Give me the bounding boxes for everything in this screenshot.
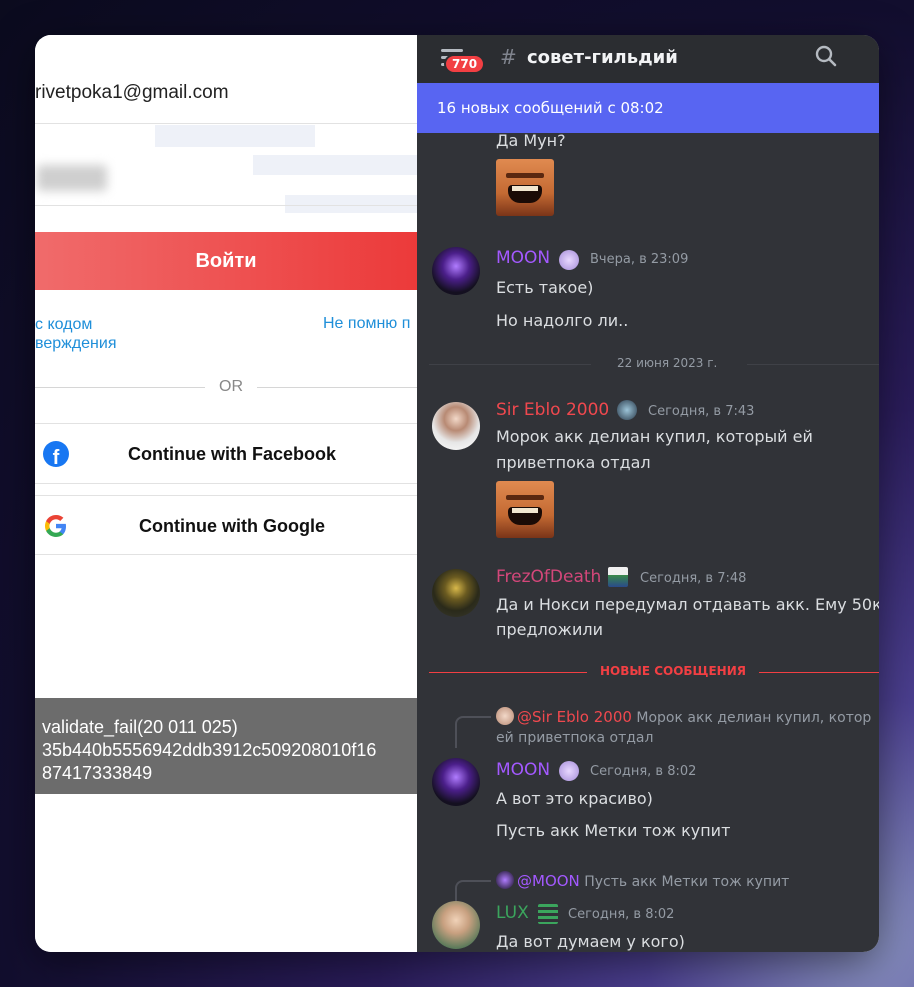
role-icon: [559, 250, 579, 270]
message-text: Морок акк делиан купил, который ей: [496, 427, 813, 446]
google-login-button[interactable]: Continue with Google: [35, 496, 417, 556]
login-with-code-link[interactable]: с кодом верждения: [35, 315, 117, 353]
email-underline: [35, 123, 417, 124]
toast-line3: 87417333849: [42, 763, 153, 783]
channel-name: совет-гильдий: [527, 47, 678, 68]
reply-connector: [455, 716, 491, 748]
reply-preview[interactable]: @Sir Eblo 2000 Морок акк делиан купил, к…: [496, 707, 871, 726]
message-text: предложили: [496, 620, 603, 639]
divider: [35, 554, 417, 555]
message-text: Да Мун?: [496, 131, 566, 150]
login-button[interactable]: Войти: [35, 232, 417, 290]
avatar[interactable]: [432, 901, 480, 949]
email-field[interactable]: rivetpoka1@gmail.com: [35, 82, 229, 104]
message-text: Но надолго ли..: [496, 311, 629, 330]
avatar[interactable]: [432, 247, 480, 295]
divider: [35, 483, 417, 484]
facebook-button-label: Continue with Facebook: [127, 443, 336, 464]
unread-badge: 770: [444, 54, 486, 74]
avatar[interactable]: [432, 758, 480, 806]
reply-author: @Sir Eblo 2000: [517, 708, 632, 726]
message-text: Есть такое): [496, 278, 594, 297]
laughing-emoji-image: [496, 481, 554, 538]
avatar[interactable]: [432, 402, 480, 450]
screenshot-card: rivetpoka1@gmail.com Войти с кодом вержд…: [35, 35, 879, 952]
timestamp: Сегодня, в 8:02: [568, 907, 675, 922]
reply-connector: [455, 880, 491, 902]
discord-channel: 770 # совет-гильдий 16 новых сообщений с…: [417, 35, 879, 952]
reply-preview[interactable]: @MOON Пусть акк Метки тож купит: [496, 871, 789, 890]
error-toast: validate_fail(20 011 025) 35b440b5556942…: [35, 698, 417, 794]
or-separator: OR: [35, 378, 417, 398]
search-icon[interactable]: [815, 45, 837, 67]
toast-line2: 35b440b5556942ddb3912c509208010f16: [42, 740, 377, 760]
toast-line1: validate_fail(20 011 025): [42, 717, 238, 737]
timestamp: Сегодня, в 7:43: [648, 404, 755, 419]
date-divider: 22 июня 2023 г.: [429, 354, 879, 374]
message-text: Да вот думаем у кого): [496, 932, 685, 951]
reply-text: Морок акк делиан купил, котор: [636, 710, 872, 726]
message-text: приветпока отдал: [496, 453, 651, 472]
date-divider-label: 22 июня 2023 г.: [617, 356, 718, 370]
avatar[interactable]: [432, 569, 480, 617]
channel-header: 770 # совет-гильдий: [417, 35, 879, 83]
new-messages-bar[interactable]: 16 новых сообщений с 08:02: [417, 83, 879, 133]
new-messages-divider: НОВЫЕ СООБЩЕНИЯ: [429, 662, 879, 682]
facebook-login-button[interactable]: f Continue with Facebook: [35, 424, 417, 484]
login-button-label: Войти: [195, 249, 257, 272]
password-field[interactable]: [37, 165, 107, 191]
password-underline: [35, 205, 417, 206]
author-name[interactable]: MOON: [496, 760, 550, 780]
message-text: Да и Нокси передумал отдавать акк. Ему 5…: [496, 595, 879, 614]
reply-text-continued: ей приветпока отдал: [496, 730, 654, 746]
author-name[interactable]: Sir Eblo 2000: [496, 400, 609, 420]
message-text: А вот это красиво): [496, 789, 653, 808]
role-icon: [559, 761, 579, 781]
role-icon: [617, 400, 637, 420]
channel-hash-icon: #: [500, 45, 517, 69]
reply-author: @MOON: [517, 872, 580, 890]
timestamp: Сегодня, в 8:02: [590, 764, 697, 779]
role-icon: [538, 904, 558, 924]
timestamp: Сегодня, в 7:48: [640, 571, 747, 586]
or-label: OR: [219, 378, 243, 395]
code-link-line1: с кодом: [35, 316, 93, 333]
author-name[interactable]: MOON: [496, 248, 550, 268]
timestamp: Вчера, в 23:09: [590, 252, 689, 267]
author-name[interactable]: LUX: [496, 903, 529, 923]
new-messages-label: НОВЫЕ СООБЩЕНИЯ: [600, 664, 746, 678]
message-text: Пусть акк Метки тож купит: [496, 821, 731, 840]
login-screen: rivetpoka1@gmail.com Войти с кодом вержд…: [35, 35, 417, 952]
laughing-emoji-image: [496, 159, 554, 216]
reply-avatar: [496, 707, 514, 725]
google-button-label: Continue with Google: [139, 515, 325, 536]
author-name[interactable]: FrezOfDeath: [496, 567, 601, 587]
code-link-line2: верждения: [35, 335, 117, 352]
role-icon: [608, 567, 628, 587]
forgot-password-link[interactable]: Не помню п: [323, 315, 410, 333]
reply-avatar: [496, 871, 514, 889]
reply-text: Пусть акк Метки тож купит: [584, 874, 790, 890]
